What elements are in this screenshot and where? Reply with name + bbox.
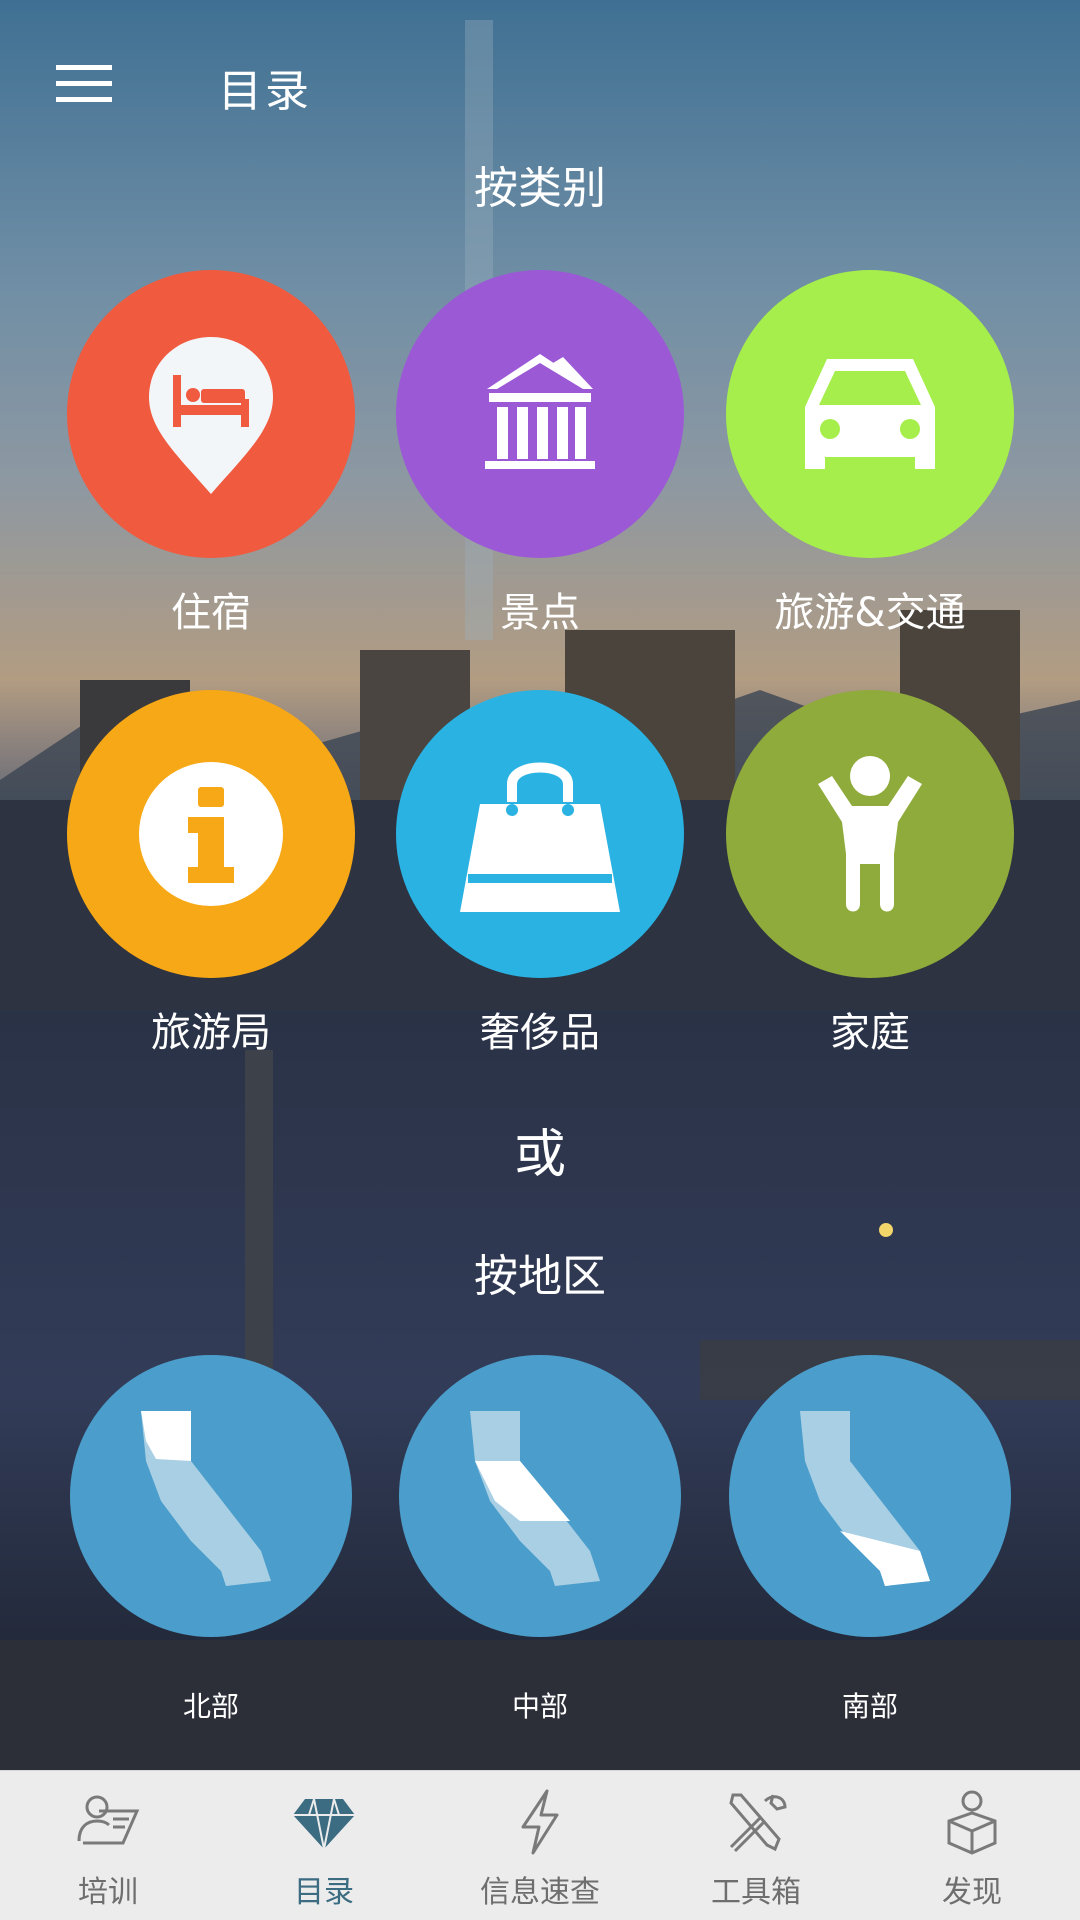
category-label: 旅游局 [151,1010,271,1056]
nav-label: 培训 [78,1875,138,1910]
region-label: 中部 [511,1690,568,1723]
lodging-pin-bed-icon [67,270,355,558]
nav-discover[interactable]: 发现 [864,1771,1080,1920]
nav-label: 目录 [294,1875,354,1910]
california-south-map-icon [729,1355,1011,1637]
nav-training[interactable]: 培训 [0,1771,216,1920]
nav-label: 信息速查 [480,1875,600,1910]
category-tourism-bureau[interactable]: 旅游局 [66,690,356,1058]
discover-person-box-icon [947,1790,997,1855]
category-section-title: 按类别 [474,163,606,214]
category-label: 景点 [500,590,580,636]
family-child-icon [726,690,1014,978]
region-label: 北部 [182,1690,239,1723]
directory-screen: 目录 按类别 住宿 景点 旅游&交通 旅游局 奢侈品 家庭 或 按地区 北部 中… [0,0,1080,1920]
region-label: 南部 [841,1690,898,1723]
car-transport-icon [726,270,1014,558]
nav-label: 工具箱 [711,1875,801,1910]
category-attractions[interactable]: 景点 [395,270,685,638]
category-label: 家庭 [830,1010,910,1056]
category-lodging[interactable]: 住宿 [66,270,356,638]
hamburger-menu-icon[interactable] [40,55,128,111]
info-icon [67,690,355,978]
lightning-icon [521,1789,559,1855]
diamond-icon [293,1798,355,1850]
top-bar: 目录 [0,0,1080,170]
tools-icon [729,1793,787,1853]
region-section-title: 按地区 [474,1251,606,1302]
nav-directory[interactable]: 目录 [216,1771,432,1920]
category-label: 旅游&交通 [774,590,966,636]
screen-title: 目录 [218,66,312,117]
nav-label: 发现 [942,1875,1002,1910]
attractions-landmark-icon [396,270,684,558]
category-label: 住宿 [171,590,251,636]
category-label: 奢侈品 [480,1010,600,1056]
region-south[interactable]: 南部 [725,1355,1015,1725]
or-divider-text: 或 [513,1125,566,1185]
training-icon [77,1795,140,1845]
shopping-bag-icon [396,690,684,978]
region-north[interactable]: 北部 [66,1355,356,1725]
nav-quick-info[interactable]: 信息速查 [432,1771,648,1920]
region-central[interactable]: 中部 [395,1355,685,1725]
bottom-navigation: 培训 目录 信息速查 工具箱 发现 [0,1770,1080,1920]
california-central-map-icon [399,1355,681,1637]
california-north-map-icon [70,1355,352,1637]
category-family[interactable]: 家庭 [725,690,1015,1058]
category-luxury[interactable]: 奢侈品 [395,690,685,1058]
nav-toolbox[interactable]: 工具箱 [648,1771,864,1920]
category-transport[interactable]: 旅游&交通 [725,270,1015,638]
